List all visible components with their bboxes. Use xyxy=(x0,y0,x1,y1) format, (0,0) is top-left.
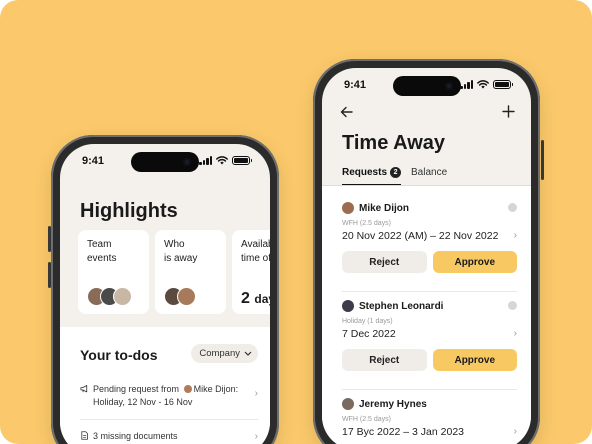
company-filter-dropdown[interactable]: Company xyxy=(191,344,258,363)
tab-balance[interactable]: Balance xyxy=(411,165,447,185)
avatar-stack xyxy=(87,287,132,306)
request-type: Holiday (1 days) xyxy=(342,318,393,325)
status-indicator xyxy=(508,203,517,212)
left-phone-screen: 9:41 Highlights Team events Who is away … xyxy=(60,144,270,444)
tab-label: Requests xyxy=(342,166,388,178)
todo-text: 3 missing documents xyxy=(93,431,178,441)
highlight-cards: Teamevents Whois away Availabletime xyxy=(78,230,270,314)
chevron-right-icon: › xyxy=(513,328,517,339)
avatar xyxy=(342,398,354,410)
page-title: Time Away xyxy=(342,132,446,154)
reject-button[interactable]: Reject xyxy=(342,349,427,371)
chevron-down-icon xyxy=(244,351,252,356)
chevron-right-icon: › xyxy=(254,431,258,442)
tab-bar: Requests 2 Balance xyxy=(342,165,531,186)
avatar xyxy=(177,287,196,306)
available-time-off-card[interactable]: Availabletime off 2 days xyxy=(232,230,270,314)
card-label: Team events xyxy=(87,239,117,264)
wifi-icon xyxy=(477,80,489,89)
filter-label: Company xyxy=(199,348,240,359)
wifi-icon xyxy=(216,156,228,165)
status-indicator xyxy=(508,301,517,310)
nav-bar xyxy=(340,105,515,124)
request-item: Jeremy Hynes WFH (2.5 days) 17 Byc 2022 … xyxy=(342,398,517,438)
todo-item-missing-documents[interactable]: 3 missing documents › xyxy=(80,430,258,443)
who-is-away-card[interactable]: Who is away xyxy=(155,230,226,314)
approve-button[interactable]: Approve xyxy=(432,251,517,273)
request-list: Mike Dijon WFH (2.5 days) 20 Nov 2022 (A… xyxy=(322,186,531,444)
avatar xyxy=(113,287,132,306)
status-bar: 9:41 xyxy=(322,78,531,94)
todo-title: Your to-dos xyxy=(80,347,158,363)
reject-button[interactable]: Reject xyxy=(342,251,427,273)
request-dates[interactable]: 17 Byc 2022 – 3 Jan 2023 › xyxy=(342,426,517,438)
status-bar: 9:41 xyxy=(60,154,270,170)
chevron-right-icon: › xyxy=(513,426,517,437)
requester-name: Mike Dijon xyxy=(359,202,410,214)
chevron-right-icon: › xyxy=(254,388,258,399)
approve-button[interactable]: Approve xyxy=(432,349,517,371)
battery-icon xyxy=(232,156,252,165)
divider xyxy=(342,291,517,292)
card-label: Who is away xyxy=(164,239,198,264)
background-canvas: 9:41 Highlights Team events Who is away … xyxy=(0,0,592,444)
tab-label: Balance xyxy=(411,166,448,178)
document-icon xyxy=(81,431,88,440)
todo-section: Your to-dos Company Pending request from… xyxy=(60,327,270,444)
requester-name: Stephen Leonardi xyxy=(359,300,444,312)
signal-icon xyxy=(460,80,473,89)
status-time: 9:41 xyxy=(82,155,105,167)
add-icon[interactable] xyxy=(502,105,515,118)
right-phone-screen: 9:41 Time Away Requests 2 Balance Mike D… xyxy=(322,68,531,444)
request-dates[interactable]: 7 Dec 2022 › xyxy=(342,328,517,340)
request-item: Mike Dijon WFH (2.5 days) 20 Nov 2022 (A… xyxy=(342,202,517,273)
requester-name: Jeremy Hynes xyxy=(359,398,427,410)
back-arrow-icon[interactable] xyxy=(340,106,353,118)
request-type: WFH (2.5 days) xyxy=(342,416,392,423)
request-type: WFH (2.5 days) xyxy=(342,220,392,227)
right-phone: 9:41 Time Away Requests 2 Balance Mike D… xyxy=(313,59,540,444)
battery-icon xyxy=(493,80,513,89)
divider xyxy=(80,419,258,420)
status-time: 9:41 xyxy=(344,79,367,91)
divider xyxy=(342,389,517,390)
chevron-right-icon: › xyxy=(513,230,517,241)
tab-requests[interactable]: Requests 2 xyxy=(342,165,402,186)
team-events-card[interactable]: Team events xyxy=(78,230,149,314)
megaphone-icon xyxy=(80,385,88,393)
page-title: Highlights xyxy=(80,200,178,222)
left-phone: 9:41 Highlights Team events Who is away … xyxy=(51,135,279,444)
time-off-value: 2 days xyxy=(241,290,270,307)
todo-item-pending-request[interactable]: Pending request from Mike Dijon: Holiday,… xyxy=(80,383,258,409)
avatar-stack xyxy=(164,287,196,306)
card-label: Availabletime off xyxy=(241,239,270,264)
todo-text: Pending request from Mike Dijon: Holiday,… xyxy=(93,384,239,407)
right-phone-side-button xyxy=(541,140,544,180)
avatar xyxy=(342,300,354,312)
request-item: Stephen Leonardi Holiday (1 days) 7 Dec … xyxy=(342,300,517,371)
signal-icon xyxy=(199,156,212,165)
avatar xyxy=(183,385,192,393)
avatar xyxy=(342,202,354,214)
requests-count-badge: 2 xyxy=(390,166,402,178)
request-dates[interactable]: 20 Nov 2022 (AM) – 22 Nov 2022 › xyxy=(342,230,517,242)
